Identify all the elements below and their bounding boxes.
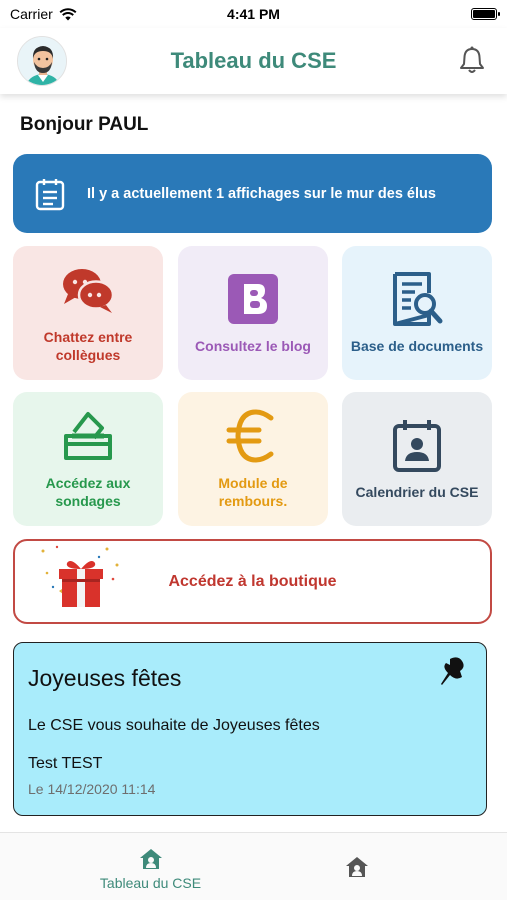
tile-label: Chattez entre collègues	[43, 329, 133, 363]
greeting-text: Bonjour PAUL	[20, 114, 149, 135]
announcement-banner[interactable]: Il y a actuellement 1 affichages sur le …	[13, 154, 492, 233]
euro-icon	[226, 409, 274, 463]
calendar-tile[interactable]: Calendrier du CSE	[342, 392, 492, 526]
tile-label: Base de documents	[350, 338, 484, 354]
reimbursement-tile[interactable]: Module de rembours.	[178, 392, 328, 526]
tab-home[interactable]	[230, 833, 483, 900]
calendar-contact-icon	[393, 420, 441, 472]
pushpin-icon	[441, 657, 464, 685]
home-user-icon	[345, 857, 368, 877]
clock: 4:41 PM	[227, 6, 280, 22]
documents-tile[interactable]: Base de documents	[342, 246, 492, 380]
status-bar: Carrier 4:41 PM	[0, 0, 507, 28]
tile-label: Module de rembours.	[218, 475, 288, 509]
shop-label: Accédez à la boutique	[168, 573, 337, 590]
surveys-tile[interactable]: Accédez aux sondages	[13, 392, 163, 526]
app-header: Tableau du CSE	[0, 28, 507, 94]
tab-bar: Tableau du CSE	[0, 832, 507, 900]
tile-label: Consultez le blog	[195, 338, 311, 354]
banner-text: Il y a actuellement 1 affichages sur le …	[87, 185, 436, 202]
tab-label: Tableau du CSE	[99, 875, 202, 891]
tile-label: Calendrier du CSE	[355, 484, 479, 500]
chat-bubbles-icon	[63, 269, 115, 313]
document-search-icon	[393, 272, 443, 326]
blog-tile[interactable]: Consultez le blog	[178, 246, 328, 380]
tile-label: Accédez aux sondages	[45, 475, 131, 509]
bell-icon[interactable]	[459, 46, 485, 74]
pinned-post-card[interactable]: Joyeuses fêtes Le CSE vous souhaite de J…	[13, 642, 487, 816]
battery-icon	[471, 8, 500, 20]
calendar-list-icon	[35, 178, 65, 210]
page-title: Tableau du CSE	[170, 48, 337, 73]
post-message: Le CSE vous souhaite de Joyeuses fêtes	[28, 717, 320, 734]
post-title: Joyeuses fêtes	[28, 665, 182, 691]
home-user-icon	[139, 849, 162, 869]
ballot-box-icon	[64, 412, 112, 460]
chat-tile[interactable]: Chattez entre collègues	[13, 246, 163, 380]
post-date: Le 14/12/2020 11:14	[28, 781, 156, 797]
blogger-icon	[228, 274, 278, 324]
shop-button[interactable]: Accédez à la boutique	[13, 539, 492, 624]
post-author: Test TEST	[28, 755, 103, 772]
